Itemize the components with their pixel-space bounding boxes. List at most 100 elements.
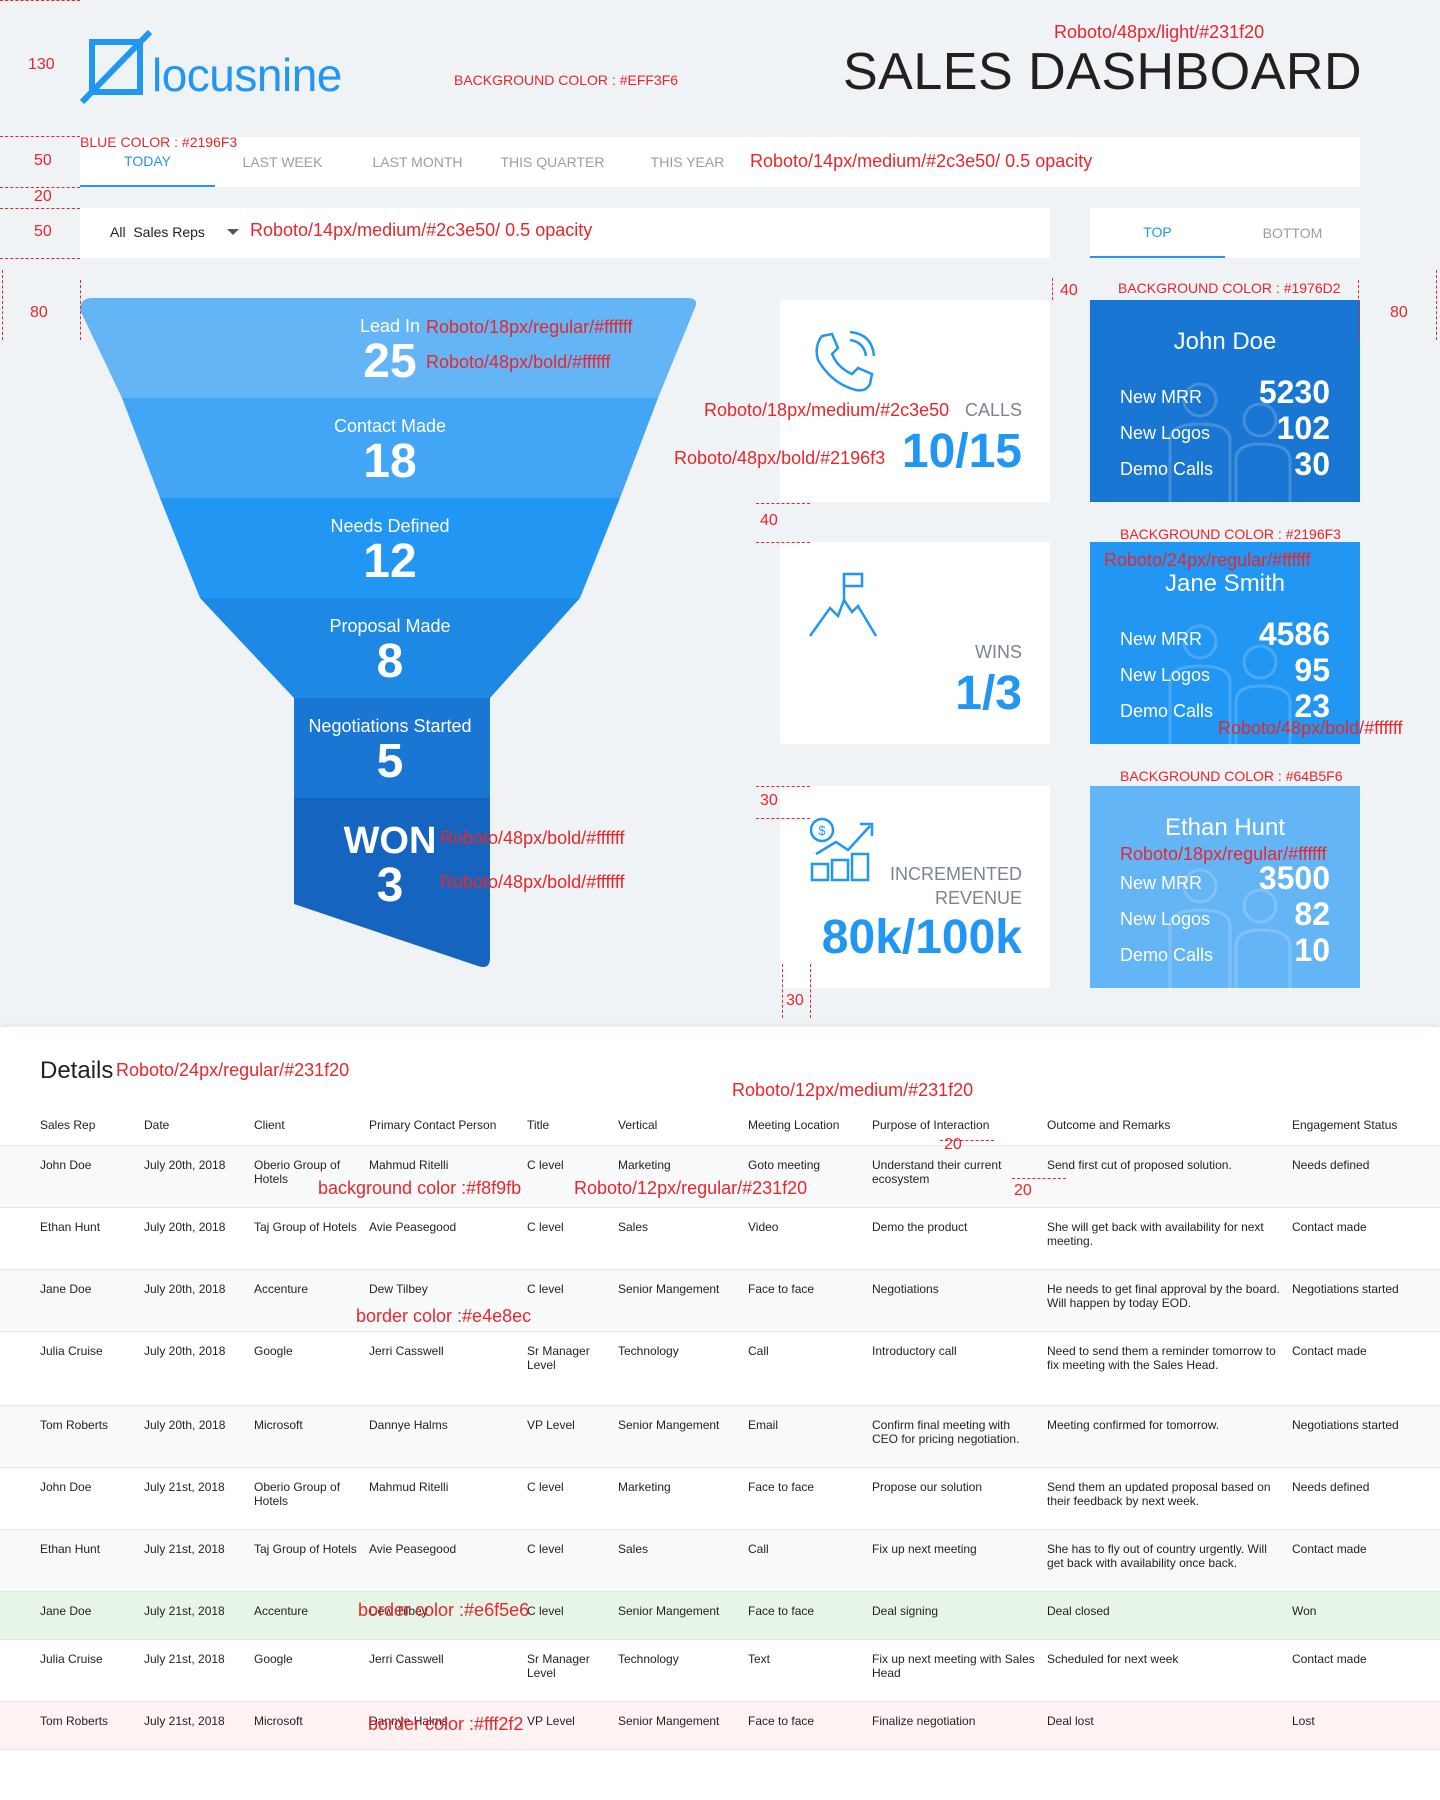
table-cell: Lost xyxy=(1286,1701,1440,1750)
rep-card-john-doe[interactable]: John Doe New MRR 5230 New Logos 102 Demo C… xyxy=(1090,300,1360,502)
table-cell: Face to face xyxy=(742,1467,866,1530)
table-cell: Video xyxy=(742,1207,866,1270)
spacing-guide xyxy=(1012,1178,1066,1179)
column-header[interactable]: Sales Rep xyxy=(0,1105,138,1146)
column-header[interactable]: Title xyxy=(521,1105,612,1146)
table-cell: She has to fly out of country urgently. … xyxy=(1041,1529,1286,1592)
mountain-flag-icon xyxy=(808,572,878,637)
table-cell: Demo the product xyxy=(866,1207,1041,1270)
column-header[interactable]: Primary Contact Person xyxy=(363,1105,521,1146)
sales-rep-select[interactable]: All Sales Reps xyxy=(110,224,239,240)
table-cell: Face to face xyxy=(742,1269,866,1332)
rep-mrr-label: New MRR xyxy=(1120,629,1203,649)
tab-top[interactable]: TOP xyxy=(1090,208,1225,258)
column-header[interactable]: Meeting Location xyxy=(742,1105,866,1146)
phone-icon xyxy=(815,330,876,392)
table-cell: Avie Peasegood xyxy=(363,1207,521,1270)
table-cell: Call xyxy=(742,1331,866,1406)
caret-down-icon xyxy=(226,229,239,235)
table-cell: Introductory call xyxy=(866,1331,1041,1406)
table-row[interactable]: Julia Cruise July 20th, 2018 Google Jerri C… xyxy=(0,1331,1440,1406)
funnel-value-needs-defined: 12 xyxy=(363,535,417,588)
table-cell: She will get back with availability for … xyxy=(1041,1207,1286,1270)
table-row[interactable]: Tom Roberts July 20th, 2018 Microsoft Danny… xyxy=(0,1405,1440,1468)
column-header[interactable]: Client xyxy=(248,1105,363,1146)
revenue-title-line1: INCREMENTED xyxy=(889,864,1022,884)
table-cell: Google xyxy=(248,1331,363,1406)
table-cell: Scheduled for next week xyxy=(1041,1639,1286,1702)
table-cell: Need to send them a reminder tomorrow to… xyxy=(1041,1331,1286,1406)
rep-demo-label: Demo Calls xyxy=(1120,459,1214,479)
column-header[interactable]: Date xyxy=(138,1105,248,1146)
sales-rep-select-value: All Sales Reps xyxy=(110,224,205,240)
annotation-calls-value: Roboto/48px/bold/#2196f3 xyxy=(674,448,886,468)
table-row[interactable]: Ethan Hunt July 20th, 2018 Taj Group of Ho… xyxy=(0,1207,1440,1270)
table-cell: Technology xyxy=(612,1331,742,1406)
table-cell: Send first cut of proposed solution. xyxy=(1041,1145,1286,1208)
rep-demo-label: Demo Calls xyxy=(1120,701,1214,721)
spacing-label: 20 xyxy=(944,1136,962,1153)
table-cell: Dannye Halms xyxy=(363,1405,521,1468)
spacing-guide xyxy=(0,208,80,209)
annotation-rep2-name: Roboto/24px/regular/#ffffff xyxy=(1104,550,1311,570)
column-header[interactable]: Outcome and Remarks xyxy=(1041,1105,1286,1146)
spacing-label: 80 xyxy=(1390,304,1408,321)
details-table: Sales Rep Date Client Primary Contact Perso… xyxy=(0,1105,1440,1750)
spacing-label: 20 xyxy=(34,188,52,205)
table-row[interactable]: John Doe July 21st, 2018 Oberio Group of H… xyxy=(0,1467,1440,1530)
table-cell: Microsoft xyxy=(248,1405,363,1468)
table-row[interactable]: Jane Doe July 20th, 2018 Accenture Dew Tilb… xyxy=(0,1269,1440,1332)
table-cell: July 21st, 2018 xyxy=(138,1529,248,1592)
annotation-rep3-bg: BACKGROUND COLOR : #64B5F6 xyxy=(1120,768,1343,784)
rep-logos-row: New Logos 82 xyxy=(1120,896,1330,933)
annotation-calls-font: Roboto/18px/medium/#2c3e50 xyxy=(704,400,950,420)
table-header-row: Sales Rep Date Client Primary Contact Perso… xyxy=(0,1105,1440,1146)
table-row[interactable]: Julia Cruise July 21st, 2018 Google Jerri C… xyxy=(0,1639,1440,1702)
revenue-value: 80k/100k xyxy=(821,911,1022,964)
spacing-label: 30 xyxy=(760,792,778,809)
rep-mrr-row: New MRR 4586 xyxy=(1120,616,1330,653)
table-cell: Senior Mangement xyxy=(612,1405,742,1468)
annotation-lead-font: Roboto/18px/regular/#ffffff xyxy=(426,317,633,337)
table-row[interactable]: Tom Roberts July 21st, 2018 Microsoft Danny… xyxy=(0,1701,1440,1750)
details-section: Details Sales Rep Date Client Primary Conta… xyxy=(0,1027,1440,1800)
table-cell: Ethan Hunt xyxy=(0,1529,138,1592)
spacing-guide xyxy=(1052,278,1053,300)
annotation-td-font: Roboto/12px/regular/#231f20 xyxy=(574,1178,808,1198)
column-header[interactable]: Engagement Status xyxy=(1286,1105,1440,1146)
table-cell: Sales xyxy=(612,1207,742,1270)
funnel-value-negotiations: 5 xyxy=(376,735,404,788)
rep-mrr-label: New MRR xyxy=(1120,387,1203,407)
rep-card-jane-smith[interactable]: Jane Smith New MRR 4586 New Logos 95 Demo … xyxy=(1090,542,1360,744)
table-cell: July 20th, 2018 xyxy=(138,1405,248,1468)
table-cell: Propose our solution xyxy=(866,1467,1041,1530)
table-cell: Technology xyxy=(612,1639,742,1702)
table-cell: Tom Roberts xyxy=(0,1405,138,1468)
table-cell: July 21st, 2018 xyxy=(138,1701,248,1750)
table-cell: July 20th, 2018 xyxy=(138,1269,248,1332)
annotation-rep3-label: Roboto/18px/regular/#ffffff xyxy=(1120,844,1327,864)
table-cell: Confirm final meeting with CEO for prici… xyxy=(866,1405,1041,1468)
annotation-lost-border: border color :#fff2f2 xyxy=(368,1714,524,1734)
table-cell: Senior Mangement xyxy=(612,1701,742,1750)
tab-this-year[interactable]: THIS YEAR xyxy=(620,137,755,187)
tab-last-month[interactable]: LAST MONTH xyxy=(350,137,485,187)
table-cell: July 20th, 2018 xyxy=(138,1331,248,1406)
wins-card: WINS 1/3 xyxy=(780,542,1050,744)
table-row[interactable]: Jane Doe July 21st, 2018 Accenture Dew Tilb… xyxy=(0,1591,1440,1640)
rep-mrr-value: 5230 xyxy=(1258,374,1330,410)
rep-card-ethan-hunt[interactable]: Ethan Hunt New MRR 3500 New Logos 82 Demo … xyxy=(1090,786,1360,988)
table-row[interactable]: Ethan Hunt July 21st, 2018 Taj Group of Ho… xyxy=(0,1529,1440,1592)
svg-text:$: $ xyxy=(818,823,826,838)
table-cell: Sales xyxy=(612,1529,742,1592)
table-cell: Contact made xyxy=(1286,1639,1440,1702)
tab-bottom[interactable]: BOTTOM xyxy=(1225,208,1360,258)
rep-logos-label: New Logos xyxy=(1120,423,1211,443)
column-header[interactable]: Vertical xyxy=(612,1105,742,1146)
logo: locusnine xyxy=(80,28,360,108)
tab-this-quarter[interactable]: THIS QUARTER xyxy=(485,137,620,187)
revenue-growth-icon: $ xyxy=(809,817,874,882)
table-cell: Deal closed xyxy=(1041,1591,1286,1640)
table-cell: Text xyxy=(742,1639,866,1702)
rep-logos-value: 95 xyxy=(1294,652,1330,688)
